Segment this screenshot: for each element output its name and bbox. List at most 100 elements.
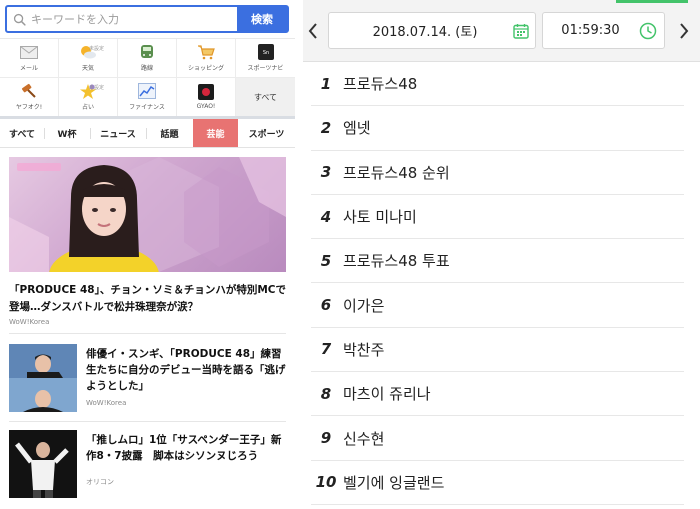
cart-icon xyxy=(197,44,215,60)
tab-worldcup[interactable]: W杯 xyxy=(44,119,90,147)
ranking-item[interactable]: 8 마츠이 쥬리나 xyxy=(311,372,684,417)
service-sportsnavi[interactable]: Sn スポーツナビ xyxy=(236,39,295,78)
news-item[interactable]: 「推しムロ」1位「サスペンダー王子」新作8・7披露 脚本はシソンヌじろう オリコ… xyxy=(9,430,289,502)
tab-sports[interactable]: スポーツ xyxy=(238,119,295,147)
rank-number: 7 xyxy=(320,340,332,359)
sportsnavi-icon: Sn xyxy=(257,44,275,60)
news-source: WoW!Korea xyxy=(86,399,127,407)
rank-term[interactable]: 신수현 xyxy=(343,428,384,449)
yahoo-panel: キーワードを入力 検索 メール 未設定 天気 路線 ショッピング Sn スポーツ… xyxy=(0,0,295,509)
ranking-panel: 2018.07.14. (토) 01:59:30 1 프로듀스48 2 엠넷 3 프로… xyxy=(303,0,700,509)
ranking-list: 1 프로듀스48 2 엠넷 3 프로듀스48 순위 4 사토 미나미 5 프로듀스48 투… xyxy=(303,62,700,505)
clock-icon[interactable] xyxy=(632,22,664,40)
service-label: GYAO! xyxy=(196,103,216,110)
rank-term[interactable]: 프로듀스48 투표 xyxy=(343,250,450,271)
rank-number: 3 xyxy=(320,163,332,182)
service-finance[interactable]: ファイナンス xyxy=(118,78,177,117)
rank-term[interactable]: 벨기에 잉글랜드 xyxy=(343,472,444,493)
ranking-item[interactable]: 5 프로듀스48 투표 xyxy=(311,239,684,284)
service-label: 路線 xyxy=(140,65,153,72)
unset-badge: 未設定 xyxy=(89,46,105,52)
thumbnail-image xyxy=(9,430,77,498)
mail-icon xyxy=(20,44,38,60)
service-label: 占い xyxy=(81,104,94,111)
tab-news[interactable]: ニュース xyxy=(90,119,146,147)
date-text: 2018.07.14. (토) xyxy=(372,25,478,40)
search-bar: キーワードを入力 検索 xyxy=(5,5,289,33)
finance-icon xyxy=(138,83,156,99)
rank-number: 1 xyxy=(320,74,332,93)
hero-image[interactable] xyxy=(9,157,286,272)
rank-number: 10 xyxy=(315,473,337,492)
hero-headline[interactable]: 「PRODUCE 48」、チョン・ソミ＆チョンハが特別MCで登場…ダンスバトルで… xyxy=(9,282,289,316)
rank-number: 8 xyxy=(320,384,332,403)
rank-number: 6 xyxy=(320,296,332,315)
divider xyxy=(9,421,286,422)
auction-icon xyxy=(20,83,38,99)
rank-term[interactable]: 마츠이 쥬리나 xyxy=(343,383,431,404)
divider xyxy=(9,333,286,334)
service-auction[interactable]: ヤフオク! xyxy=(0,78,59,117)
hero-illustration xyxy=(9,157,286,272)
service-gyao[interactable]: GYAO! xyxy=(177,78,236,117)
time-picker[interactable]: 01:59:30 xyxy=(542,12,665,49)
search-icon xyxy=(13,13,26,26)
train-icon xyxy=(138,44,156,60)
prev-arrow-icon[interactable] xyxy=(307,22,319,40)
service-train[interactable]: 路線 xyxy=(118,39,177,78)
category-tabs: すべて W杯 ニュース 話題 芸能 スポーツ xyxy=(0,119,295,148)
service-label: ファイナンス xyxy=(129,104,165,111)
service-weather[interactable]: 未設定 天気 xyxy=(59,39,118,78)
rank-number: 9 xyxy=(320,429,332,448)
time-text: 01:59:30 xyxy=(561,23,620,38)
news-thumbnail xyxy=(9,344,77,412)
news-thumbnail xyxy=(9,430,77,498)
search-button[interactable]: 検索 xyxy=(237,7,287,31)
rank-number: 2 xyxy=(320,118,332,137)
service-mail[interactable]: メール xyxy=(0,39,59,78)
active-indicator xyxy=(616,0,688,3)
ranking-item[interactable]: 6 이가은 xyxy=(311,283,684,328)
rank-number: 5 xyxy=(320,251,332,270)
ranking-item[interactable]: 4 사토 미나미 xyxy=(311,195,684,240)
tab-entertainment[interactable]: 芸能 xyxy=(193,119,238,147)
rank-term[interactable]: 박찬주 xyxy=(343,339,384,360)
service-label: ヤフオク! xyxy=(15,104,43,111)
rank-term[interactable]: 사토 미나미 xyxy=(343,206,417,227)
rank-term[interactable]: 프로듀스48 xyxy=(343,73,417,94)
rank-term[interactable]: 엠넷 xyxy=(343,117,371,138)
service-label: スポーツナビ xyxy=(247,65,284,72)
ranking-item[interactable]: 7 박찬주 xyxy=(311,328,684,373)
service-fortune[interactable]: 未設定 占い xyxy=(59,78,118,117)
svg-text:Sn: Sn xyxy=(262,50,268,56)
service-grid: メール 未設定 天気 路線 ショッピング Sn スポーツナビ ヤフオク! 未設定… xyxy=(0,38,295,117)
unset-badge: 未設定 xyxy=(89,85,105,91)
date-picker[interactable]: 2018.07.14. (토) xyxy=(328,12,536,49)
news-title[interactable]: 俳優イ・スンギ、「PRODUCE 48」練習生たちに自分のデビュー当時を語る「逃… xyxy=(86,346,291,394)
ranking-item[interactable]: 1 프로듀스48 xyxy=(311,62,684,107)
ranking-item[interactable]: 10 벨기에 잉글랜드 xyxy=(311,461,684,505)
service-shopping[interactable]: ショッピング xyxy=(177,39,236,78)
calendar-icon[interactable] xyxy=(507,23,535,39)
panel-gutter xyxy=(295,0,303,509)
service-all[interactable]: すべて xyxy=(236,78,295,117)
thumbnail-image xyxy=(9,344,77,412)
rank-term[interactable]: 프로듀스48 순위 xyxy=(343,162,450,183)
ranking-item[interactable]: 3 프로듀스48 순위 xyxy=(311,151,684,195)
news-item[interactable]: 俳優イ・スンギ、「PRODUCE 48」練習生たちに自分のデビュー当時を語る「逃… xyxy=(9,344,289,424)
news-source: WoW!Korea xyxy=(9,318,50,326)
search-input[interactable]: キーワードを入力 xyxy=(7,7,237,31)
service-label: ショッピング xyxy=(187,65,224,72)
ranking-item[interactable]: 9 신수현 xyxy=(311,416,684,461)
next-arrow-icon[interactable] xyxy=(678,22,690,40)
tab-topics[interactable]: 話題 xyxy=(146,119,193,147)
service-label: メール xyxy=(19,65,38,72)
date-bar: 2018.07.14. (토) 01:59:30 xyxy=(303,0,700,62)
tab-all[interactable]: すべて xyxy=(0,119,44,147)
gyao-icon xyxy=(197,84,215,100)
rank-term[interactable]: 이가은 xyxy=(343,295,384,316)
screen: キーワードを入力 検索 メール 未設定 天気 路線 ショッピング Sn スポーツ… xyxy=(0,0,700,509)
news-title[interactable]: 「推しムロ」1位「サスペンダー王子」新作8・7披露 脚本はシソンヌじろう xyxy=(86,432,291,464)
ranking-item[interactable]: 2 엠넷 xyxy=(311,106,684,151)
search-placeholder: キーワードを入力 xyxy=(31,13,119,26)
